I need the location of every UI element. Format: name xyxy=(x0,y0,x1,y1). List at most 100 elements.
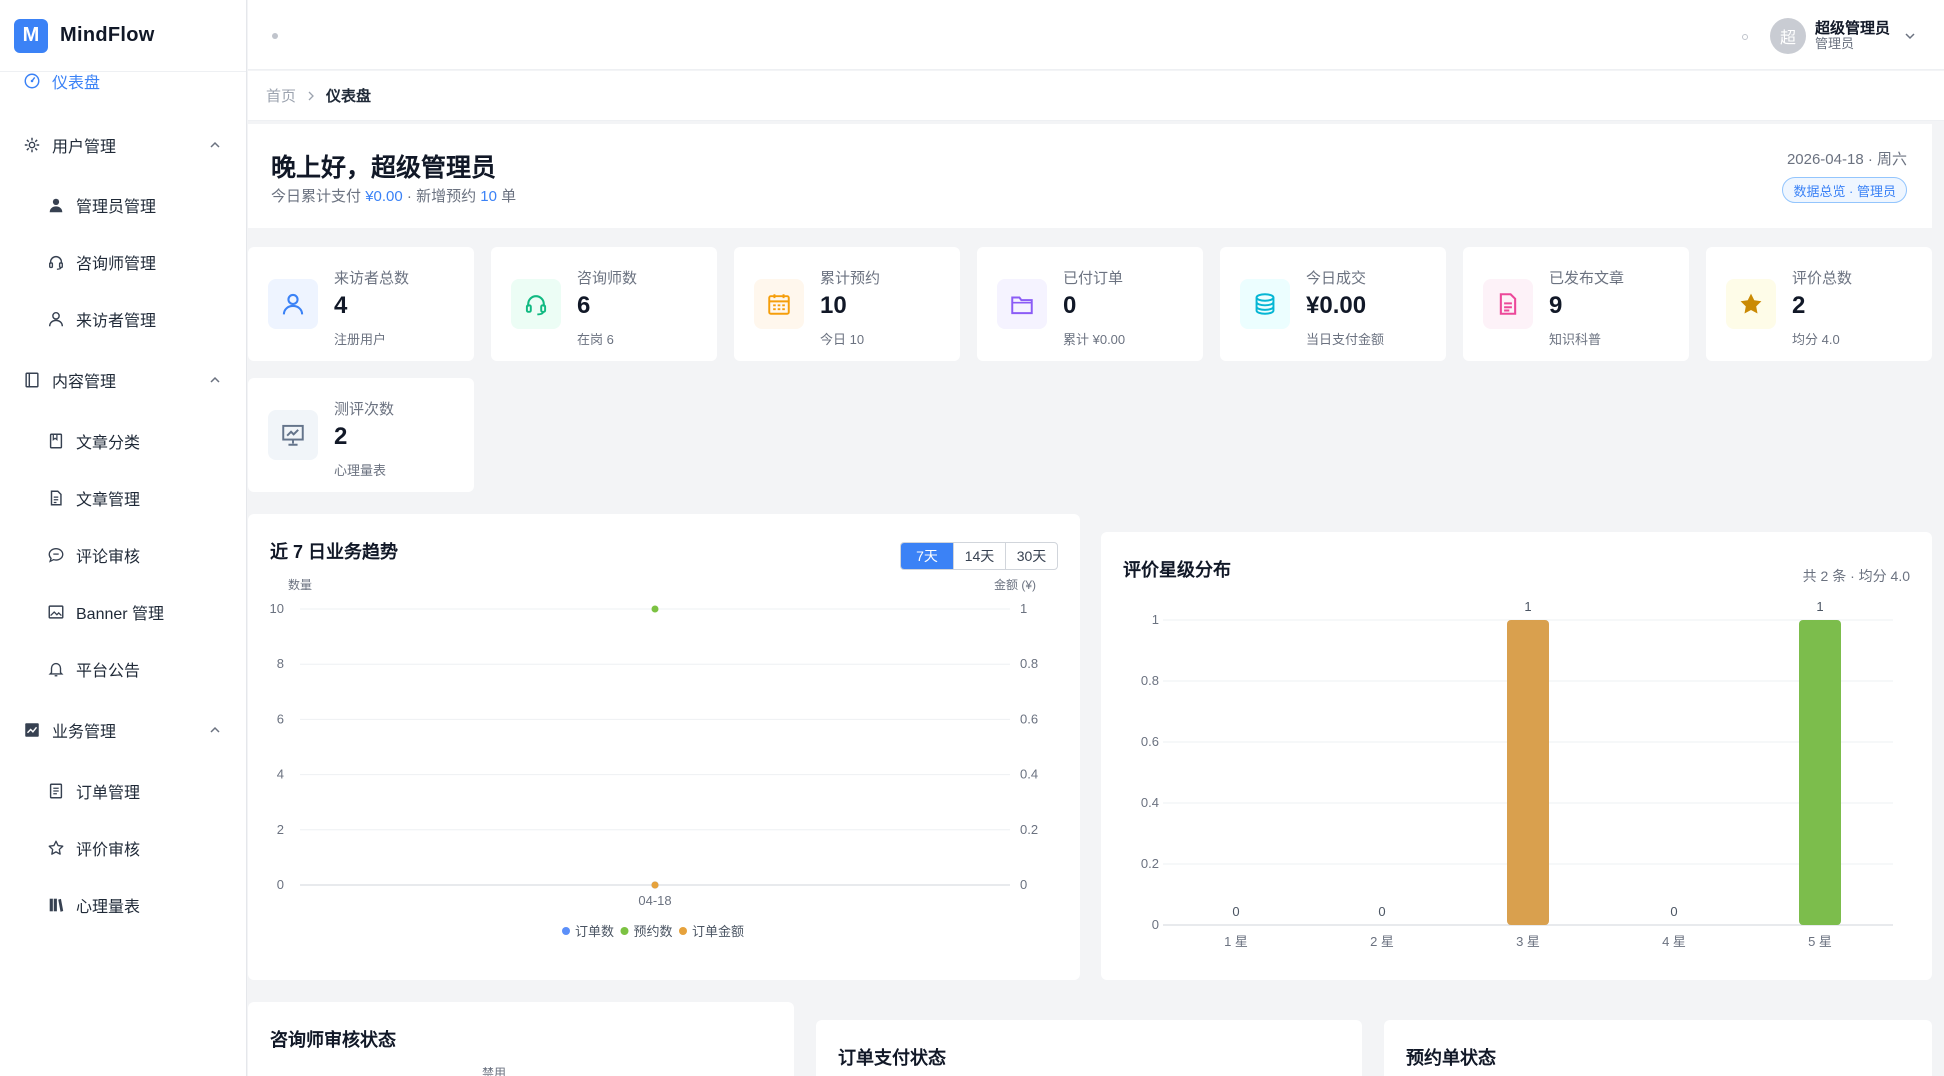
calendar-icon xyxy=(768,294,790,315)
stat-card: 累计预约 10 今日 10 xyxy=(734,247,960,361)
sidebar-item-11[interactable]: 业务管理 xyxy=(0,708,247,752)
sidebar-item-2[interactable]: 管理员管理 xyxy=(0,183,247,227)
stat-note: 今日 10 xyxy=(820,332,865,347)
appointment-title: 预约单状态 xyxy=(1406,1048,1496,1068)
y-tick-label: 0.6 xyxy=(1141,734,1159,749)
sidebar-item-label: 评价审核 xyxy=(76,842,141,859)
stat-card: 评价总数 2 均分 4.0 xyxy=(1706,247,1932,361)
sidebar-item-9[interactable]: Banner 管理 xyxy=(0,590,247,634)
legend-label: 订单金额 xyxy=(692,924,744,939)
data-point xyxy=(651,605,659,613)
sidebar-item-5[interactable]: 内容管理 xyxy=(0,358,247,402)
notification-icon[interactable] xyxy=(1742,34,1748,40)
chevron-down-icon xyxy=(1905,33,1915,40)
avatar: 超 xyxy=(1769,18,1806,54)
sidebar-item-8[interactable]: 评论审核 xyxy=(0,533,247,577)
stat-label: 已发布文章 xyxy=(1549,270,1625,287)
chart-trend-icon xyxy=(25,723,39,737)
stat-label: 已付订单 xyxy=(1063,270,1124,287)
bar xyxy=(1799,620,1841,925)
library-icon xyxy=(49,898,64,912)
sidebar-item-label: 评论审核 xyxy=(76,549,141,566)
appointment-panel: 预约单状态 xyxy=(1384,1020,1932,1076)
sidebar-item-label: 来访者管理 xyxy=(76,313,157,330)
breadcrumb-home[interactable]: 首页 xyxy=(266,85,296,106)
user-solid-icon xyxy=(49,198,63,213)
collapse-toggle-icon[interactable] xyxy=(272,33,278,39)
trend-chart: 数量 金额 (¥) 0 0 2 0.2 4 0.4 6 0.6 8 0.8 10 1 04-18 订单数 预约数… xyxy=(270,577,1039,939)
counselor-partial-label: 禁用 xyxy=(482,1066,507,1076)
legend-marker xyxy=(679,927,687,935)
brand-logo: M xyxy=(14,18,48,53)
user-menu[interactable]: 超 超级管理员 管理员 xyxy=(1769,18,1916,54)
sidebar-item-label: 仪表盘 xyxy=(52,75,101,92)
sidebar-item-1[interactable]: 用户管理 xyxy=(0,123,247,167)
receipt-icon xyxy=(49,783,63,799)
sidebar-item-label: 管理员管理 xyxy=(76,199,157,216)
counselor-review-panel: 咨询师审核状态 禁用 xyxy=(248,1002,794,1076)
trend-panel: 近 7 日业务趋势 7天 14天 30天 数量 金额 (¥) 0 0 2 0.2 4 0.4 6… xyxy=(248,514,1080,980)
y-tick-label-left: 4 xyxy=(277,767,284,782)
star-icon xyxy=(1740,293,1762,314)
sidebar-item-4[interactable]: 来访者管理 xyxy=(0,297,247,341)
stat-card: 今日成交 ¥0.00 当日支付金额 xyxy=(1220,247,1446,361)
x-tick-label: 1 星 xyxy=(1224,934,1248,949)
chevron-up-icon xyxy=(210,726,220,733)
database-icon xyxy=(1255,293,1275,315)
stat-note: 注册用户 xyxy=(334,332,387,347)
legend-label: 订单数 xyxy=(575,924,614,939)
sidebar-item-label: 内容管理 xyxy=(52,374,117,391)
stat-icon-box xyxy=(1240,279,1290,329)
sidebar-item-13[interactable]: 评价审核 xyxy=(0,826,247,870)
y-tick-label: 0.8 xyxy=(1141,673,1159,688)
y-tick-label-left: 8 xyxy=(277,656,284,671)
greeting-title: 晚上好，超级管理员 xyxy=(271,154,497,182)
y-tick-label-left: 0 xyxy=(277,877,284,892)
current-date: 2026-04-18 · 周六 xyxy=(1786,151,1907,168)
sidebar-item-12[interactable]: 订单管理 xyxy=(0,769,247,813)
stat-value: ¥0.00 xyxy=(1306,292,1367,319)
welcome-banner: 晚上好，超级管理员 今日累计支付 ¥0.00 · 新增预约 10 单 2026-… xyxy=(248,124,1932,228)
summary-amount: ¥0.00 xyxy=(365,188,403,205)
presentation-icon xyxy=(282,424,304,446)
star-outline-icon xyxy=(48,840,64,855)
stat-note: 均分 4.0 xyxy=(1792,332,1840,347)
breadcrumb: 首页 仪表盘 xyxy=(248,71,1944,121)
y-tick-label: 0.2 xyxy=(1141,856,1159,871)
top-header: 超 超级管理员 管理员 xyxy=(248,0,1944,70)
sidebar-item-6[interactable]: 文章分类 xyxy=(0,419,247,463)
bookmark-book-icon xyxy=(49,433,63,449)
user-name: 超级管理员 xyxy=(1814,20,1890,37)
right-axis-label: 金额 (¥) xyxy=(994,577,1036,592)
sidebar-item-3[interactable]: 咨询师管理 xyxy=(0,240,247,284)
legend-marker xyxy=(562,927,570,935)
stat-card: 测评次数 2 心理量表 xyxy=(248,378,474,492)
y-tick-label-right: 0.2 xyxy=(1020,822,1038,837)
breadcrumb-current: 仪表盘 xyxy=(326,88,372,105)
sidebar-item-label: 业务管理 xyxy=(52,724,117,741)
stat-value: 0 xyxy=(1063,292,1077,319)
sidebar-item-label: 用户管理 xyxy=(52,139,117,156)
rating-chart: 0 0.2 0.4 0.6 0.8 1 0 1 星 0 2 星 1 3 星 0 4 星 1 5 星 xyxy=(1141,599,1893,949)
user-icon xyxy=(282,293,304,315)
greeting-summary: 今日累计支付 ¥0.00 · 新增预约 10 单 xyxy=(271,185,516,206)
stat-label: 评价总数 xyxy=(1792,270,1853,287)
x-tick-label: 3 星 xyxy=(1516,934,1540,949)
sidebar: M MindFlow 仪表盘用户管理管理员管理咨询师管理来访者管理内容管理文章分… xyxy=(0,0,247,1076)
y-tick-label-right: 0.8 xyxy=(1020,656,1038,671)
bell-icon xyxy=(48,662,64,677)
stat-label: 测评次数 xyxy=(334,401,395,418)
sidebar-item-0[interactable]: 仪表盘 xyxy=(0,59,247,103)
sidebar-item-10[interactable]: 平台公告 xyxy=(0,647,247,691)
y-tick-label-left: 2 xyxy=(277,822,284,837)
stat-note: 在岗 6 xyxy=(577,332,614,347)
chevron-up-icon xyxy=(210,376,220,383)
stat-icon-box xyxy=(754,279,804,329)
data-label: 0 xyxy=(1670,904,1677,919)
sidebar-item-7[interactable]: 文章管理 xyxy=(0,476,247,520)
y-tick-label: 1 xyxy=(1152,612,1159,627)
brand-name: MindFlow xyxy=(60,24,155,46)
document-icon xyxy=(50,490,62,506)
sidebar-item-14[interactable]: 心理量表 xyxy=(0,883,247,927)
sidebar-item-label: 咨询师管理 xyxy=(76,256,157,273)
